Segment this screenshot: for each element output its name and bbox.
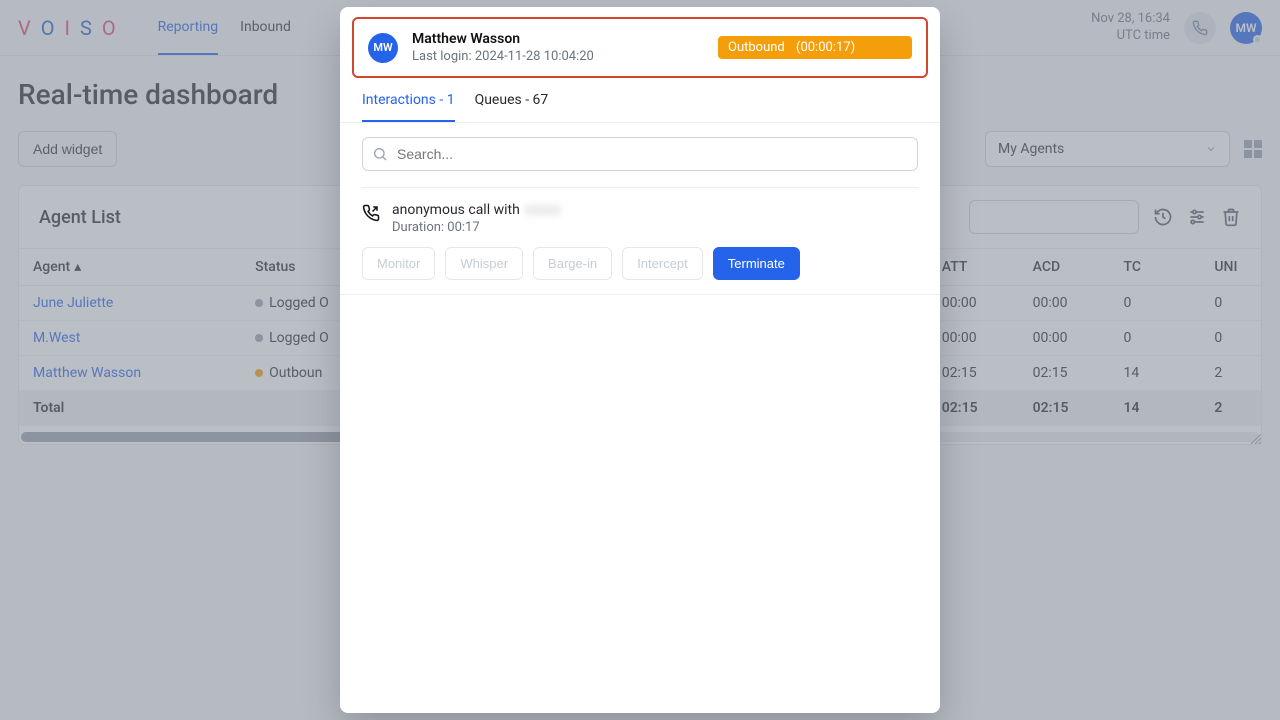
modal-overlay[interactable]: MW Matthew Wasson Last login: 2024-11-28…	[0, 0, 1280, 720]
outbound-call-icon	[362, 204, 380, 222]
interaction-title: anonymous call with xxxx	[392, 202, 562, 218]
modal-last-login: Last login: 2024-11-28 10:04:20	[412, 49, 594, 64]
terminate-button[interactable]: Terminate	[713, 247, 800, 280]
intercept-button[interactable]: Intercept	[622, 247, 703, 280]
modal-header-highlight: MW Matthew Wasson Last login: 2024-11-28…	[352, 17, 928, 78]
modal-avatar: MW	[368, 33, 398, 63]
agent-detail-modal: MW Matthew Wasson Last login: 2024-11-28…	[340, 7, 940, 713]
monitor-button[interactable]: Monitor	[362, 247, 435, 280]
barge-in-button[interactable]: Barge-in	[533, 247, 612, 280]
modal-agent-name: Matthew Wasson	[412, 31, 594, 47]
tab-interactions[interactable]: Interactions - 1	[362, 80, 455, 122]
search-icon	[372, 146, 388, 162]
tab-queues[interactable]: Queues - 67	[475, 80, 549, 122]
interaction-card: anonymous call with xxxx Duration: 00:17…	[340, 188, 940, 295]
interaction-duration: Duration: 00:17	[392, 220, 562, 235]
modal-search-input[interactable]	[362, 137, 918, 171]
whisper-button[interactable]: Whisper	[445, 247, 523, 280]
status-badge: Outbound (00:00:17)	[718, 36, 912, 59]
redacted-number: xxxx	[526, 202, 562, 218]
